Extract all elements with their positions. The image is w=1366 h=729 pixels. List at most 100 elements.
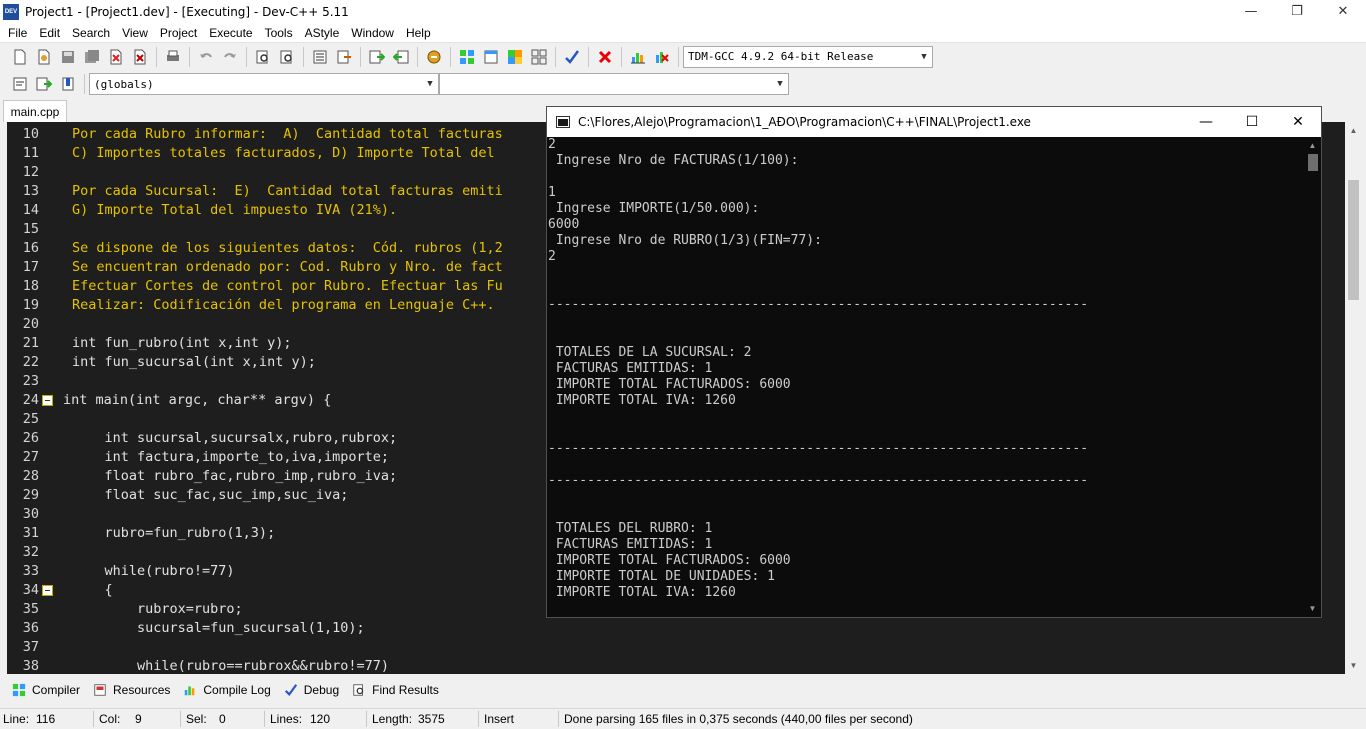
close-all-icon[interactable] [129,46,151,68]
status-separator [93,711,94,727]
code-line[interactable]: 37 [7,638,1345,657]
console-line: ----------------------------------------… [548,473,1089,488]
tab-compiler[interactable]: Compiler [5,679,86,701]
fold-toggle-icon[interactable] [42,585,53,596]
console-close-button[interactable]: ✕ [1275,107,1321,137]
tab-compile-log[interactable]: Compile Log [176,679,276,701]
save-all-icon[interactable] [81,46,103,68]
compile-log-icon [185,686,195,696]
code-text: Realizar: Codificación del programa en L… [72,297,495,313]
line-number: 21 [22,335,39,351]
tab-debug[interactable]: Debug [277,679,345,701]
fold-toggle-icon[interactable] [42,395,53,406]
stop-execution-icon[interactable] [594,46,616,68]
member-select[interactable]: ▼ [439,73,789,95]
status-separator [264,711,265,727]
console-minimize-button[interactable]: — [1183,107,1229,137]
console-output[interactable]: 2 Ingrese Nro de FACTURAS(1/100): 1 Ingre… [547,137,1304,617]
console-line: ----------------------------------------… [548,441,1089,456]
add-to-project-icon[interactable] [366,46,388,68]
scrollbar-thumb[interactable] [1308,154,1318,171]
menu-astyle[interactable]: AStyle [299,26,346,40]
toolbar-separator [555,46,556,67]
delete-profile-icon[interactable] [651,46,673,68]
menu-window[interactable]: Window [345,26,400,40]
menu-file[interactable]: File [2,26,33,40]
goto-bookmark-icon[interactable] [33,73,55,95]
insert-code-icon[interactable] [9,73,31,95]
status-lines-value: 120 [310,712,331,726]
new-file-icon[interactable] [9,46,31,68]
console-window[interactable]: C:\Flores,Alejo\Programacion\1_AÐO\Progr… [546,106,1322,618]
scroll-up-icon[interactable]: ▲ [1304,137,1321,154]
undo-icon[interactable] [195,46,217,68]
code-text: Se dispone de los siguientes datos: Cód.… [72,240,503,256]
open-project-icon[interactable] [33,46,55,68]
menu-tools[interactable]: Tools [259,26,299,40]
tab-find-results[interactable]: Find Results [345,679,445,701]
scroll-up-icon[interactable]: ▲ [1345,122,1362,139]
compile-run-icon[interactable] [504,46,526,68]
devcpp-app-icon: DEV [3,3,19,20]
console-line: IMPORTE TOTAL FACTURADOS: 6000 [548,377,791,392]
code-line[interactable]: 36 sucursal=fun_sucursal(1,10); [7,619,1345,638]
project-options-icon[interactable] [423,46,445,68]
console-line: IMPORTE TOTAL IVA: 1260 [548,393,736,408]
console-maximize-button[interactable]: ☐ [1229,107,1275,137]
minimize-button[interactable]: — [1228,0,1274,23]
compiler-icon [12,683,26,697]
remove-from-project-icon[interactable] [390,46,412,68]
syntax-check-icon[interactable] [561,46,583,68]
menu-help[interactable]: Help [400,26,437,40]
menu-search[interactable]: Search [66,26,116,40]
toolbar-separator [84,74,85,94]
menu-edit[interactable]: Edit [33,26,66,40]
tab-resources[interactable]: Resources [86,679,176,701]
console-vertical-scrollbar[interactable]: ▲ ▼ [1304,137,1321,617]
goto-line-icon[interactable] [333,46,355,68]
line-number: 36 [22,620,39,636]
redo-icon[interactable] [219,46,241,68]
compile-icon[interactable] [456,46,478,68]
console-window-controls: — ☐ ✕ [1183,107,1321,137]
editor-vertical-scrollbar[interactable]: ▲ ▼ [1345,122,1362,674]
menu-execute[interactable]: Execute [203,26,258,40]
toolbar-separator [621,46,622,67]
tab-main-cpp[interactable]: main.cpp [3,100,67,122]
code-line[interactable]: 38 while(rubro==rubrox&&rubro!=77) [7,657,1345,674]
status-line-value: 116 [36,712,56,726]
replace-icon[interactable] [276,46,298,68]
print-icon[interactable] [162,46,184,68]
save-icon[interactable] [57,46,79,68]
line-number: 35 [22,601,39,617]
console-line: ----------------------------------------… [548,297,1089,312]
toolbar-separator [678,46,679,67]
line-number: 11 [22,145,39,161]
status-sel-value: 0 [219,712,226,726]
line-number: 25 [22,411,39,427]
scroll-down-icon[interactable]: ▼ [1304,600,1321,617]
find-results-icon [353,684,364,696]
code-text: Por cada Sucursal: E) Cantidad total fac… [72,183,503,199]
close-file-icon[interactable] [105,46,127,68]
console-line: Ingrese Nro de RUBRO(1/3)(FIN=77): [548,233,822,248]
scrollbar-thumb[interactable] [1348,180,1359,300]
code-text: int sucursal,sucursalx,rubro,rubrox; [72,430,398,446]
compiler-select[interactable]: TDM-GCC 4.9.2 64-bit Release ▼ [683,45,933,68]
console-title: C:\Flores,Alejo\Programacion\1_AÐO\Progr… [578,115,1031,129]
scroll-down-icon[interactable]: ▼ [1345,657,1362,674]
find-icon[interactable] [252,46,274,68]
profile-analysis-icon[interactable] [627,46,649,68]
scope-select[interactable]: (globals) ▼ [89,73,439,95]
menu-view[interactable]: View [116,26,154,40]
toolbar-separator [417,46,418,67]
restore-button[interactable]: ❐ [1274,0,1320,23]
close-button[interactable]: ✕ [1320,0,1366,23]
line-number: 24 [22,392,39,408]
toggle-bookmark-icon[interactable] [57,73,79,95]
indent-icon[interactable] [309,46,331,68]
rebuild-all-icon[interactable] [528,46,550,68]
scope-select-value: (globals) [94,77,154,91]
run-icon[interactable] [480,46,502,68]
menu-project[interactable]: Project [154,26,203,40]
